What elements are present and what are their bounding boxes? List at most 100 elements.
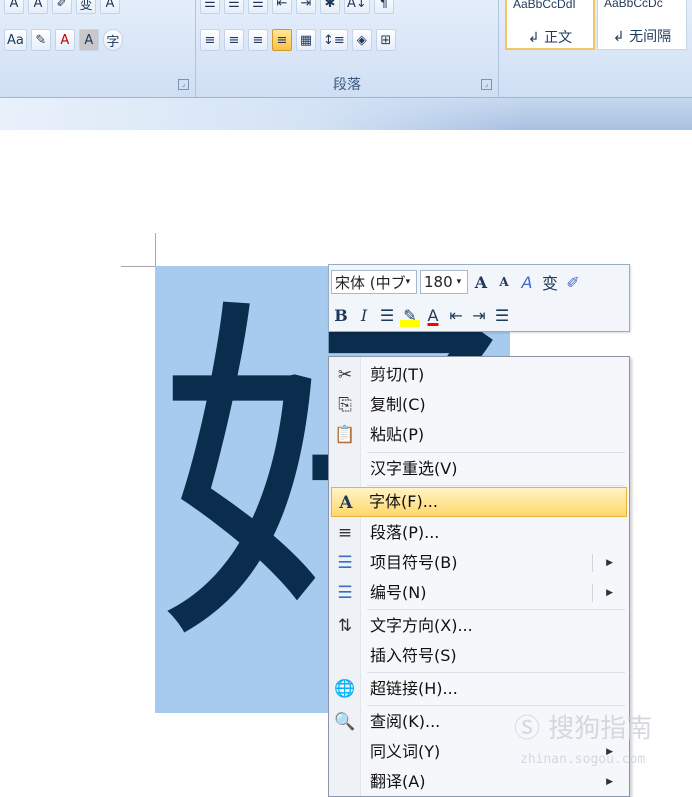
menu-item-font[interactable]: A 字体(F)...	[331, 487, 627, 517]
distributed-button[interactable]: ▦	[296, 29, 316, 51]
menu-separator	[367, 705, 625, 706]
style-no-spacing-preview: AaBbCcDc	[604, 0, 663, 10]
menu-item-label: 编号(N)	[370, 583, 427, 602]
font-name-value: 宋体 (中ブ	[335, 273, 406, 292]
font-name-field[interactable]: 宋体 (中ブ ▾	[331, 270, 417, 294]
paint-bucket-icon: ◈	[356, 32, 367, 48]
font-group-row1: A A ✐ 变 A	[0, 0, 195, 16]
paragraph-group: ☰ ☰ ☰ ⇤ ⇥ ✱ A↓ ¶ ≡ ≡ ≡ ≡ ▦ ↕≡ ◈ ⊞ 段落 ⌟	[196, 0, 499, 97]
sort-button[interactable]: A↓	[344, 0, 370, 14]
grow-font-button[interactable]: A	[471, 270, 491, 294]
change-case-button[interactable]: Aa	[4, 29, 27, 51]
menu-item-paste[interactable]: 📋 粘贴(P)	[331, 420, 627, 450]
style-no-spacing[interactable]: AaBbCcDc ↲ 无间隔	[597, 0, 687, 50]
format-painter-button[interactable]: ✐	[563, 270, 583, 294]
align-left-button[interactable]: ≡	[200, 29, 220, 51]
phonetic-guide-button[interactable]: 变	[540, 270, 560, 294]
menu-item-label: 插入符号(S)	[370, 646, 457, 665]
menu-item-numbering[interactable]: ☰ 编号(N) ▶	[331, 578, 627, 608]
justify-icon: ≡	[276, 32, 288, 48]
menu-item-text-direction[interactable]: ⇅ 文字方向(X)...	[331, 611, 627, 641]
clear-format-button[interactable]: ✐	[52, 0, 72, 14]
bullets-button[interactable]: ☰	[200, 0, 220, 14]
menu-item-label: 查阅(K)...	[370, 712, 441, 731]
align-left-icon: ≡	[204, 32, 216, 48]
menu-item-label: 段落(P)...	[370, 523, 440, 542]
bullets-button[interactable]: ☰	[492, 303, 512, 327]
submenu-arrow-icon: ▶	[606, 558, 613, 568]
increase-indent-button[interactable]: ⇥	[469, 303, 489, 327]
style-normal-preview: AaBbCcDdI	[513, 0, 576, 11]
blank-icon	[333, 771, 357, 793]
font-color-button[interactable]: A	[54, 29, 75, 51]
bold-button[interactable]: B	[331, 303, 351, 327]
copy-icon: ⎘	[338, 395, 352, 415]
menu-item-hyperlink[interactable]: 🌐 超链接(H)...	[331, 674, 627, 704]
menu-item-translate[interactable]: 翻译(A) ▶	[331, 767, 627, 797]
styles-button[interactable]: A	[517, 270, 537, 294]
menu-item-label: 字体(F)...	[369, 492, 438, 511]
menu-separator	[367, 485, 625, 486]
page-corner-mark-horizontal	[121, 266, 155, 267]
paragraph-group-label: 段落	[333, 77, 361, 93]
menu-item-copy[interactable]: ⎘ 复制(C)	[331, 390, 627, 420]
style-normal[interactable]: AaBbCcDdI ↲ 正文	[505, 0, 595, 50]
justify-button[interactable]: ≡	[272, 29, 292, 51]
watermark-url: zhinan.sogou.com	[520, 752, 646, 767]
italic-button[interactable]: I	[354, 303, 374, 327]
menu-item-label: 复制(C)	[370, 395, 426, 414]
grow-font-button[interactable]: A	[4, 0, 24, 14]
font-group-row2: Aa ✎ A A 字	[0, 27, 195, 53]
ribbon-bottom-highlight	[0, 98, 520, 130]
distributed-icon: ▦	[299, 32, 313, 48]
blank-icon	[333, 645, 357, 667]
style-normal-label: ↲ 正文	[527, 30, 573, 46]
globe-link-icon: 🌐	[334, 679, 356, 699]
menu-item-reconvert[interactable]: 汉字重选(V)	[331, 454, 627, 484]
blank-icon	[333, 458, 357, 480]
menu-separator	[367, 452, 625, 453]
para-group-row2: ≡ ≡ ≡ ≡ ▦ ↕≡ ◈ ⊞	[196, 27, 498, 53]
shrink-font-button[interactable]: A	[28, 0, 48, 14]
magnifier-book-icon: 🔍	[334, 712, 356, 732]
char-border-button[interactable]: A	[100, 0, 120, 14]
enclose-char-button[interactable]: 字	[102, 29, 123, 51]
page-corner-mark-vertical	[155, 233, 156, 266]
menu-separator	[367, 609, 625, 610]
line-spacing-button[interactable]: ↕≡	[320, 29, 348, 51]
center-button[interactable]: ☰	[377, 303, 397, 327]
menu-item-cut[interactable]: ✂ 剪切(T)	[331, 360, 627, 390]
decrease-indent-button[interactable]: ⇤	[272, 0, 292, 14]
phonetic-guide-button[interactable]: 变	[76, 0, 96, 14]
menu-item-bullets[interactable]: ☰ 项目符号(B) ▶	[331, 548, 627, 578]
align-center-button[interactable]: ≡	[224, 29, 244, 51]
show-marks-button[interactable]: ¶	[373, 0, 394, 14]
shrink-font-button[interactable]: A	[494, 270, 514, 294]
blank-icon	[333, 741, 357, 763]
align-right-button[interactable]: ≡	[248, 29, 268, 51]
styles-group: AaBbCcDdI ↲ 正文 AaBbCcDc ↲ 无间隔	[499, 0, 692, 97]
menu-item-paragraph[interactable]: ≡ 段落(P)...	[331, 518, 627, 548]
align-right-icon: ≡	[252, 32, 264, 48]
highlight-button[interactable]: ✎	[400, 303, 420, 327]
char-shading-button[interactable]: A	[78, 29, 99, 51]
font-color-button[interactable]: A	[423, 303, 443, 327]
highlight-button[interactable]: ✎	[30, 29, 51, 51]
asian-layout-button[interactable]: ✱	[320, 0, 340, 14]
mini-toolbar: 宋体 (中ブ ▾ 180 ▾ A A A 变 ✐ B I ☰ ✎ A ⇤ ⇥ ☰	[328, 264, 630, 332]
multilevel-list-button[interactable]: ☰	[248, 0, 268, 14]
borders-button[interactable]: ⊞	[375, 29, 396, 51]
submenu-arrow-icon: ▶	[606, 777, 613, 787]
font-a-icon: A	[339, 493, 353, 513]
numbering-button[interactable]: ☰	[224, 0, 244, 14]
submenu-arrow-icon: ▶	[606, 588, 613, 598]
increase-indent-button[interactable]: ⇥	[296, 0, 316, 14]
menu-item-label: 项目符号(B)	[370, 553, 458, 572]
menu-item-insert-symbol[interactable]: 插入符号(S)	[331, 641, 627, 671]
font-dialog-launcher[interactable]: ⌟	[178, 79, 189, 90]
shading-button[interactable]: ◈	[351, 29, 372, 51]
decrease-indent-button[interactable]: ⇤	[446, 303, 466, 327]
font-size-field[interactable]: 180 ▾	[420, 270, 468, 294]
paragraph-dialog-launcher[interactable]: ⌟	[481, 79, 492, 90]
style-no-spacing-label: ↲ 无间隔	[612, 29, 672, 45]
